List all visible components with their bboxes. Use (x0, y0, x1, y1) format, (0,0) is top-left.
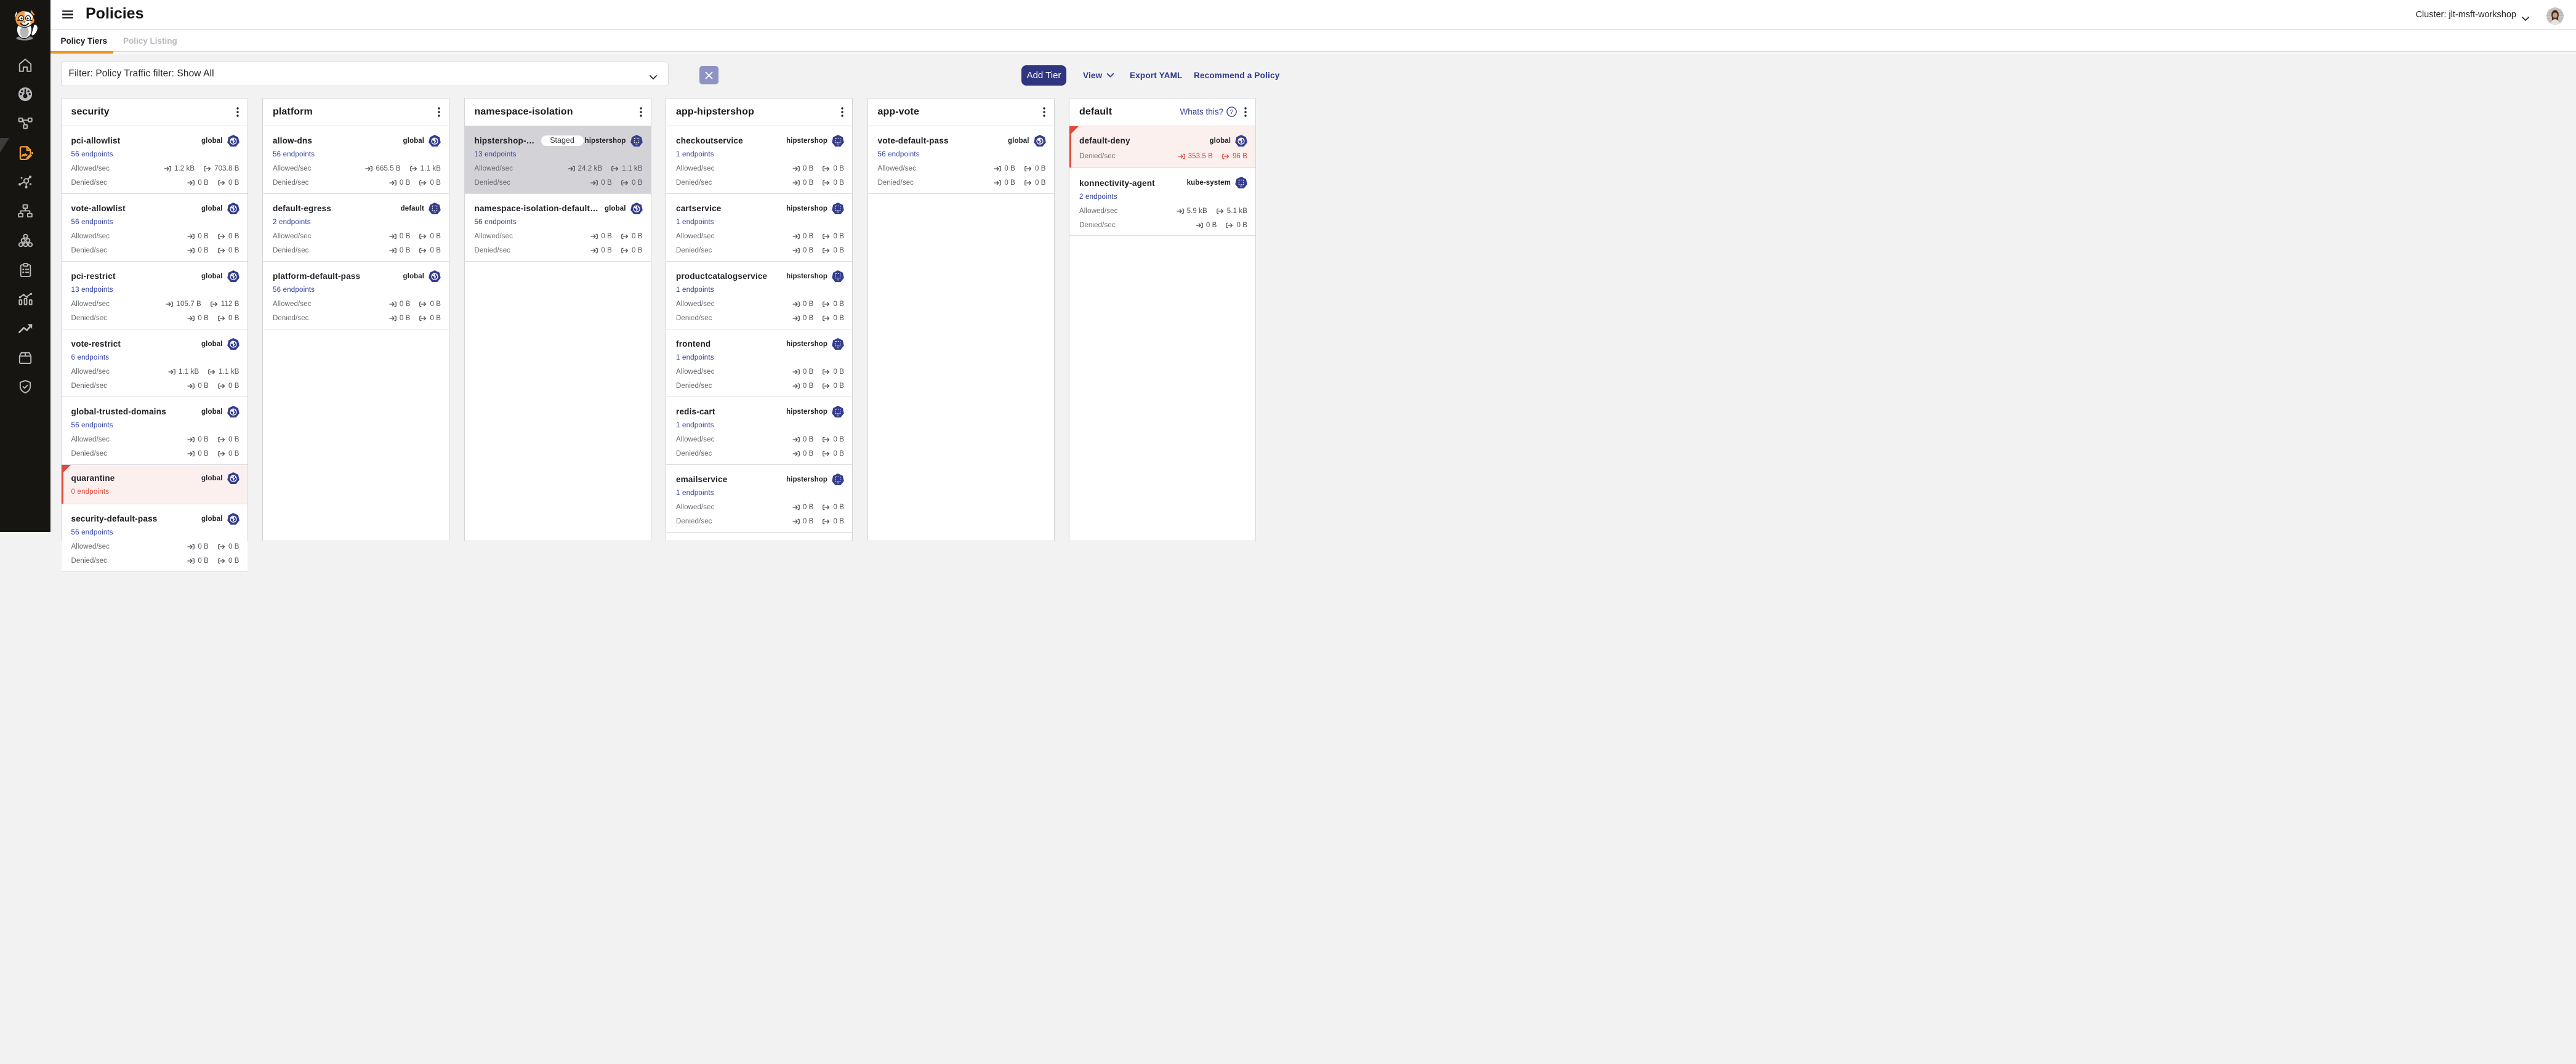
svg-text:ns: ns (837, 414, 839, 416)
svg-text:ns: ns (837, 278, 839, 281)
svg-text:ns: ns (837, 346, 839, 349)
svg-text:?: ? (1230, 109, 1234, 116)
svg-text:ns: ns (635, 143, 638, 145)
svg-text:ns: ns (837, 482, 839, 484)
svg-text:ns: ns (1240, 185, 1242, 188)
svg-text:ns: ns (837, 211, 839, 213)
svg-text:ns: ns (837, 143, 839, 145)
svg-text:ns: ns (433, 211, 436, 213)
